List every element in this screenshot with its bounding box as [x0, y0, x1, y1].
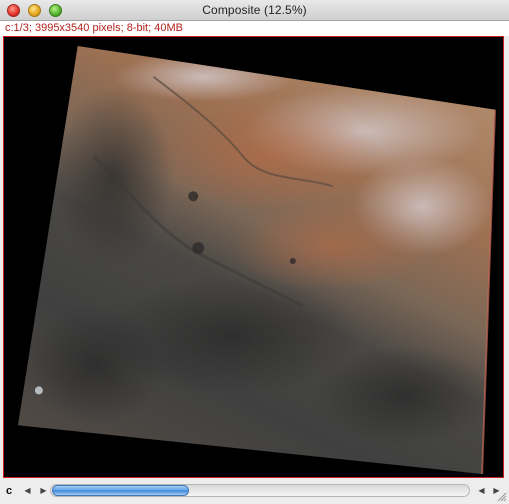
image-window: Composite (12.5%) c:1/3; 3995x3540 pixel… [0, 0, 509, 504]
title-bar[interactable]: Composite (12.5%) [0, 0, 509, 21]
channel-label: c [6, 485, 13, 497]
bottom-bar: c ◀ ▶ ◀ ▶ [0, 479, 509, 504]
image-info-text: c:1/3; 3995x3540 pixels; 8-bit; 40MB [5, 22, 183, 34]
scroll-left-icon[interactable]: ◀ [474, 483, 489, 498]
image-canvas-frame[interactable] [3, 36, 504, 478]
channel-scrollbar[interactable] [50, 484, 470, 497]
scrollbar-thumb[interactable] [52, 485, 189, 496]
right-arrow-icon[interactable]: ▶ [36, 483, 51, 498]
image-info-bar: c:1/3; 3995x3540 pixels; 8-bit; 40MB [0, 21, 509, 36]
window-title: Composite (12.5%) [202, 3, 307, 17]
satellite-composite-image[interactable] [4, 37, 503, 477]
left-arrow-icon[interactable]: ◀ [20, 483, 35, 498]
resize-grip-icon[interactable] [497, 492, 507, 502]
